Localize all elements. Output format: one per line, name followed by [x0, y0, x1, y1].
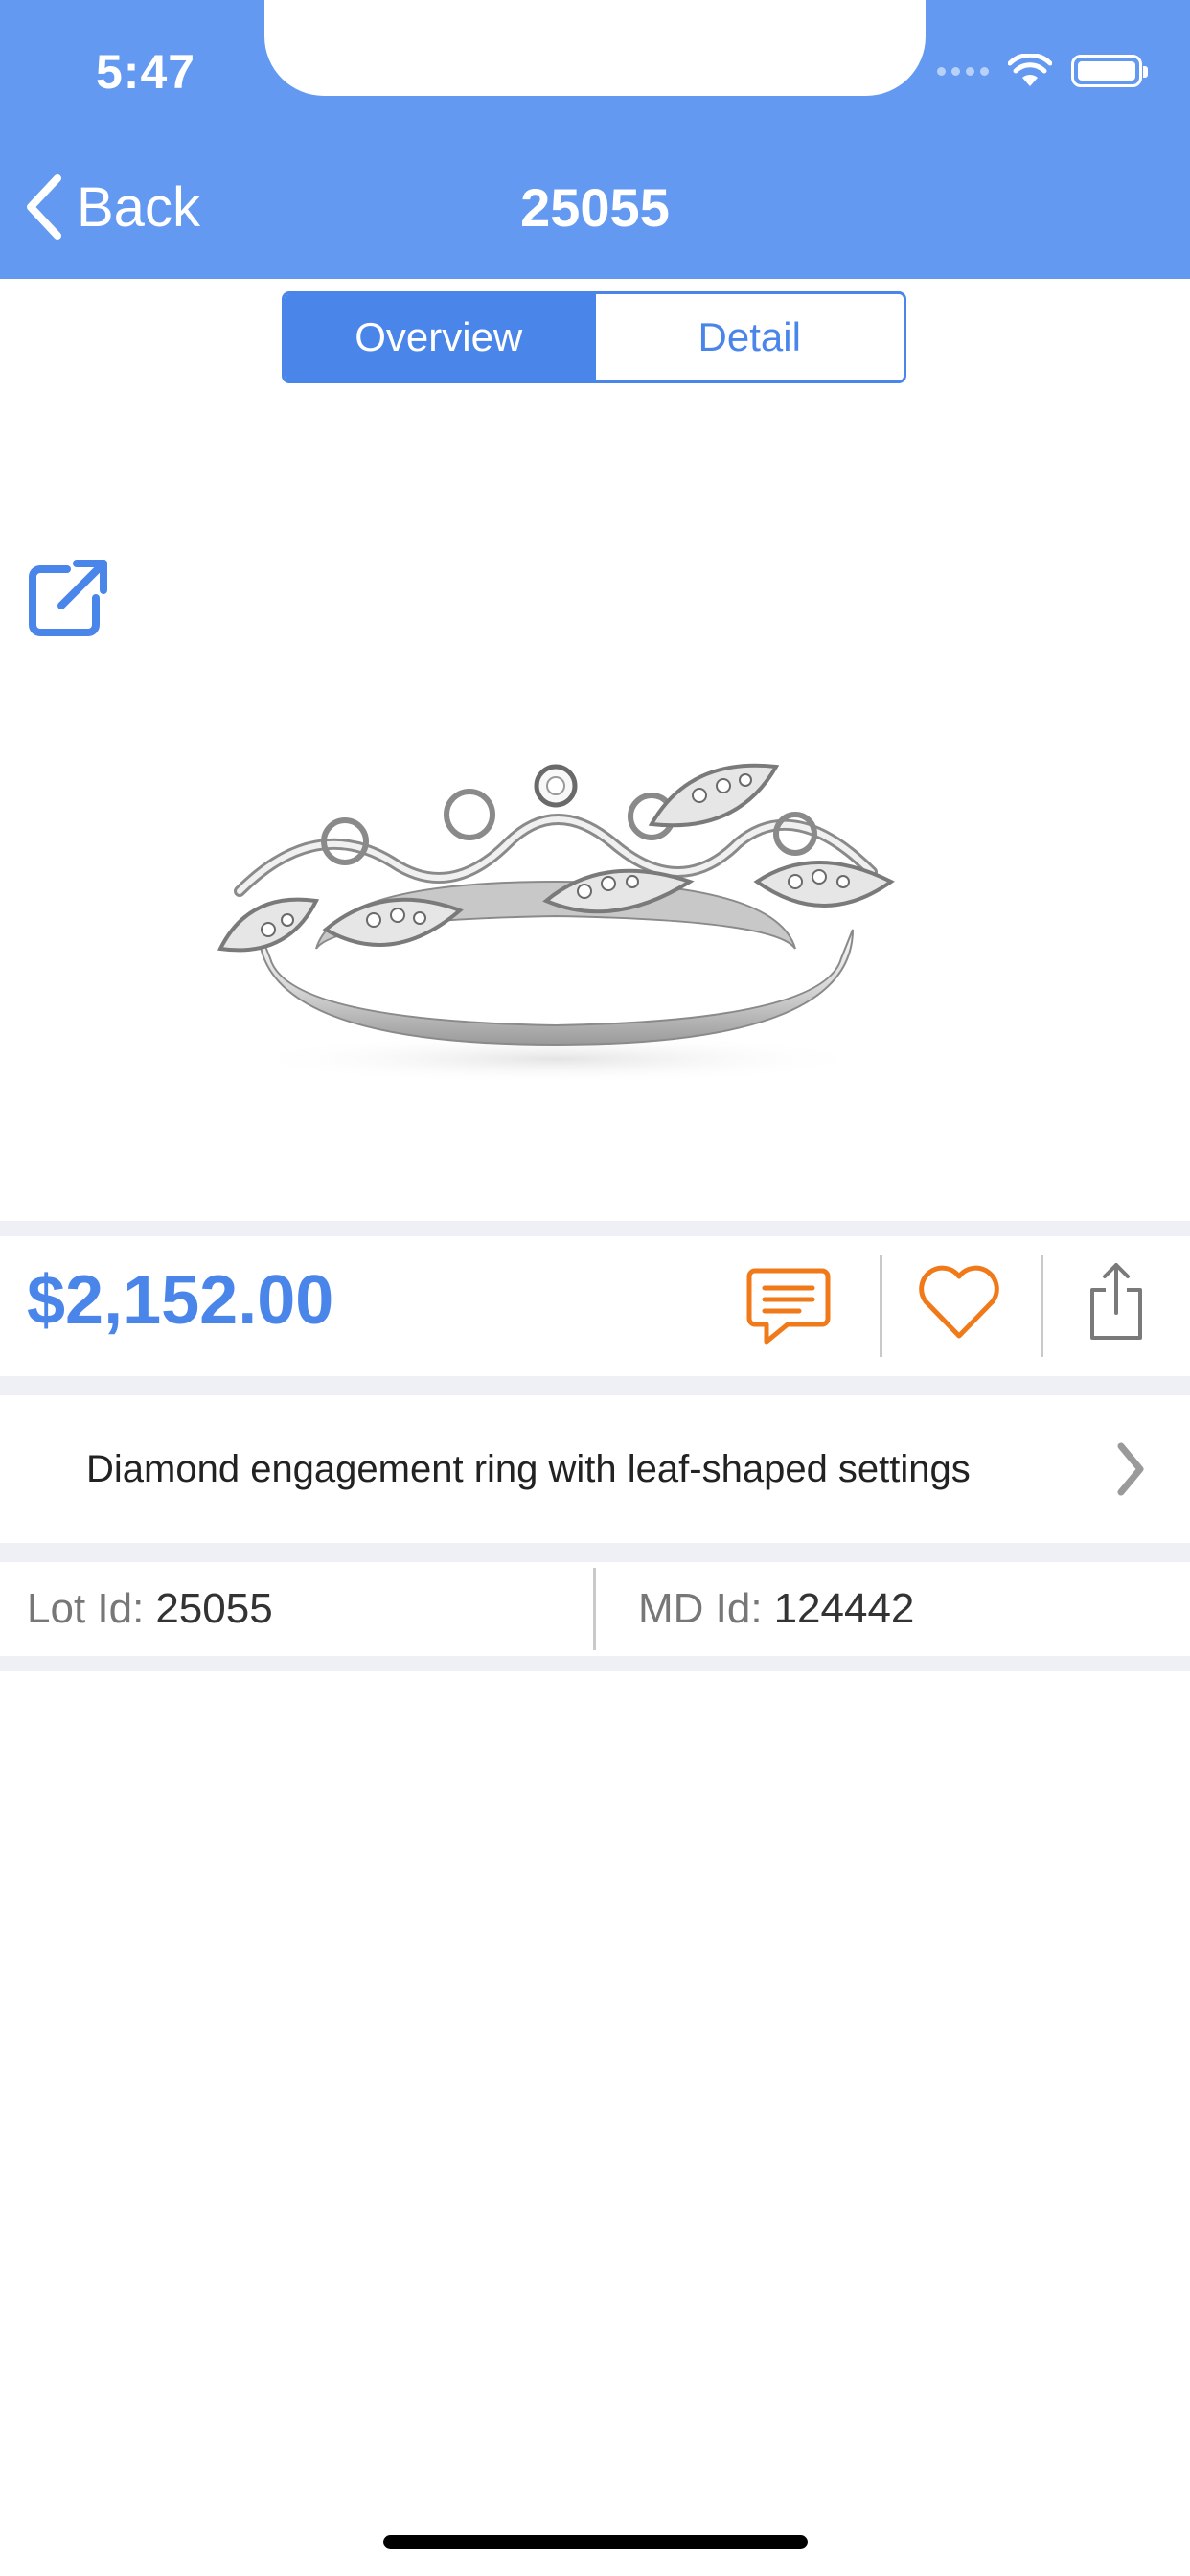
action-separator — [880, 1255, 882, 1357]
md-id: MD Id: 124442 — [638, 1562, 914, 1656]
wifi-icon — [1008, 54, 1052, 86]
lot-id: Lot Id: 25055 — [27, 1562, 273, 1656]
divider — [0, 1221, 1190, 1236]
tab-detail[interactable]: Detail — [592, 294, 904, 380]
external-link-icon[interactable] — [23, 556, 109, 642]
id-separator — [593, 1568, 596, 1650]
device-notch — [264, 0, 926, 96]
action-separator — [1041, 1255, 1043, 1357]
product-price: $2,152.00 — [27, 1262, 334, 1339]
tab-overview[interactable]: Overview — [285, 294, 593, 380]
lot-id-label: Lot Id: — [27, 1585, 145, 1632]
description-row[interactable]: Diamond engagement ring with leaf-shaped… — [0, 1395, 1190, 1543]
divider — [0, 1543, 1190, 1562]
heart-icon[interactable] — [918, 1265, 1000, 1340]
chevron-right-icon — [1117, 1442, 1144, 1496]
chat-icon[interactable] — [745, 1265, 832, 1347]
product-image — [217, 763, 895, 1084]
signal-icon — [937, 66, 989, 76]
navigation-header: 5:47 Back 25055 — [0, 0, 1190, 279]
status-time: 5:47 — [96, 45, 196, 99]
lot-id-value: 25055 — [155, 1585, 273, 1632]
page-title: 25055 — [520, 177, 670, 238]
view-tabs: Overview Detail — [282, 291, 906, 383]
battery-icon — [1071, 55, 1148, 87]
product-description: Diamond engagement ring with leaf-shaped… — [86, 1447, 971, 1490]
id-row: Lot Id: 25055 MD Id: 124442 — [0, 1562, 1190, 1656]
divider — [0, 1376, 1190, 1395]
home-indicator — [383, 2535, 808, 2549]
md-id-label: MD Id: — [638, 1585, 763, 1632]
status-icons — [937, 50, 1148, 92]
divider — [0, 1656, 1190, 1671]
share-icon[interactable] — [1088, 1261, 1144, 1342]
md-id-value: 124442 — [773, 1585, 915, 1632]
